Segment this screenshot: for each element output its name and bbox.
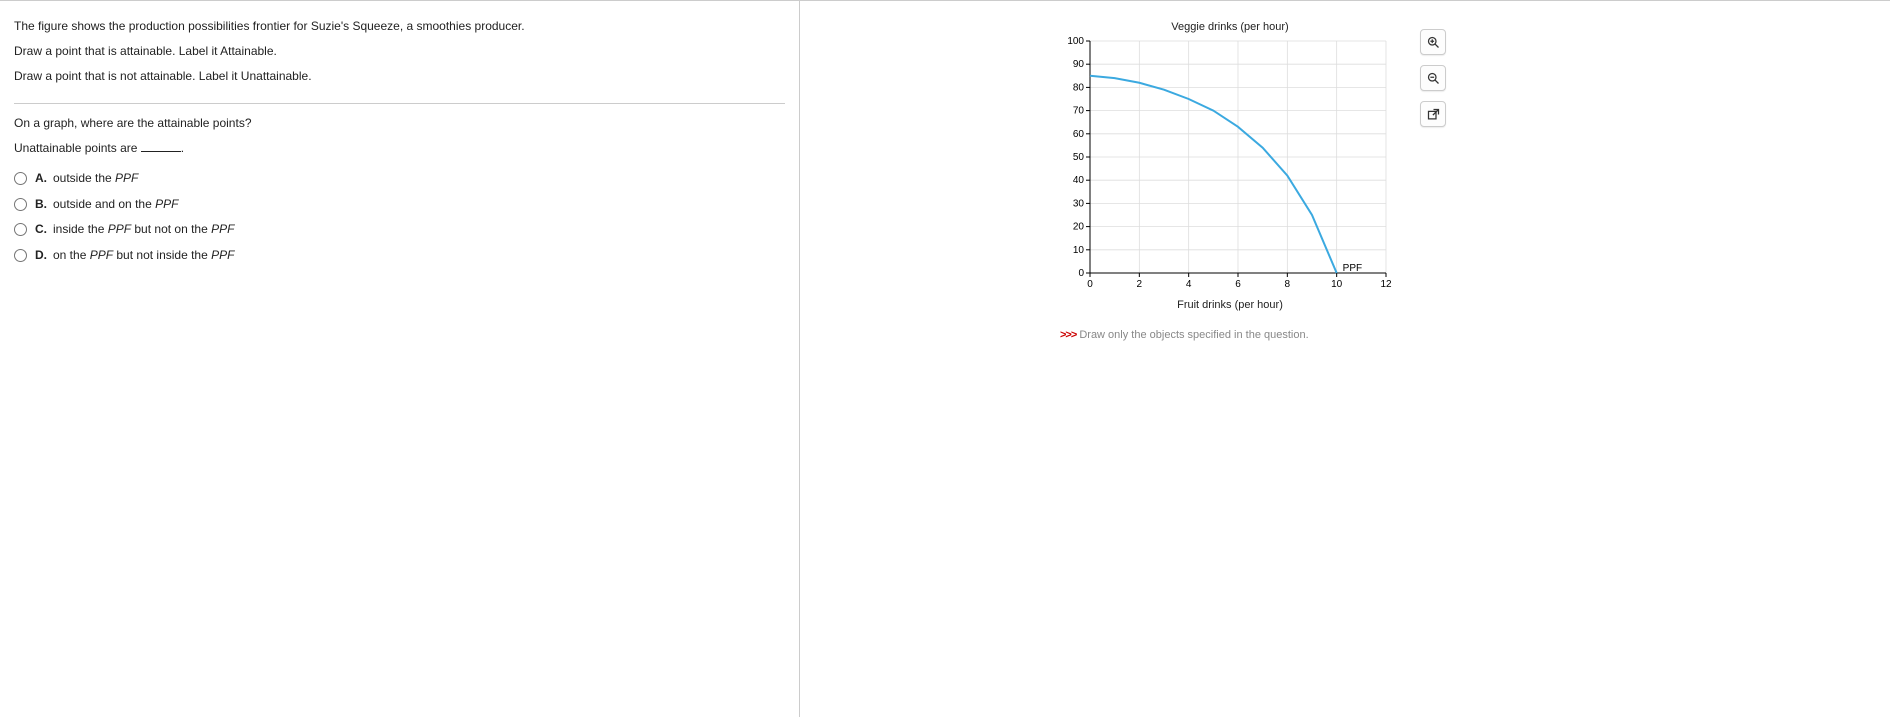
option-c-radio[interactable] (14, 223, 27, 236)
svg-text:10: 10 (1331, 279, 1343, 290)
svg-text:4: 4 (1186, 279, 1192, 290)
svg-text:0: 0 (1078, 268, 1084, 279)
instruction-text: Draw only the objects specified in the q… (1076, 329, 1308, 341)
svg-text:60: 60 (1073, 129, 1085, 140)
svg-text:10: 10 (1073, 245, 1085, 256)
option-a-letter: A. (35, 168, 47, 190)
option-a-radio[interactable] (14, 172, 27, 185)
option-b[interactable]: B. outside and on the PPF (14, 192, 785, 218)
svg-text:2: 2 (1137, 279, 1143, 290)
zoom-out-icon (1426, 71, 1441, 86)
svg-text:6: 6 (1235, 279, 1241, 290)
main-container: The figure shows the production possibil… (0, 0, 1890, 717)
option-c-letter: C. (35, 219, 47, 241)
svg-text:30: 30 (1073, 198, 1085, 209)
q2-pre: Unattainable points are (14, 141, 141, 155)
option-b-radio[interactable] (14, 198, 27, 211)
question-line-1: On a graph, where are the attainable poi… (14, 114, 785, 133)
svg-text:8: 8 (1285, 279, 1291, 290)
intro-line-1: The figure shows the production possibil… (14, 17, 785, 36)
intro-block: The figure shows the production possibil… (14, 17, 785, 104)
option-b-text: outside and on the PPF (53, 194, 178, 216)
question-line-2: Unattainable points are . (14, 139, 785, 158)
zoom-in-button[interactable] (1420, 29, 1446, 55)
options-group: A. outside the PPF B. outside and on the… (14, 166, 785, 268)
svg-text:90: 90 (1073, 59, 1085, 70)
instruction-chevrons: >>> (1060, 329, 1076, 341)
svg-text:100: 100 (1067, 36, 1084, 47)
svg-text:12: 12 (1380, 279, 1392, 290)
chart-x-label: Fruit drinks (per hour) (1060, 299, 1400, 311)
svg-text:50: 50 (1073, 152, 1085, 163)
draw-instruction: >>> Draw only the objects specified in t… (1060, 329, 1400, 341)
option-d[interactable]: D. on the PPF but not inside the PPF (14, 243, 785, 269)
option-d-text: on the PPF but not inside the PPF (53, 245, 234, 267)
graph-panel: Veggie drinks (per hour) 0 2 4 6 8 10 12 0 10 20 3… (800, 1, 1890, 717)
option-c-text: inside the PPF but not on the PPF (53, 219, 234, 241)
tool-column (1420, 29, 1446, 127)
svg-text:70: 70 (1073, 106, 1085, 117)
chart-container: Veggie drinks (per hour) 0 2 4 6 8 10 12 0 10 20 3… (1060, 21, 1400, 341)
svg-text:0: 0 (1087, 279, 1093, 290)
ppf-chart[interactable]: 0 2 4 6 8 10 12 0 10 20 30 40 50 60 70 80 90 100 PPF (1060, 35, 1400, 295)
popout-button[interactable] (1420, 101, 1446, 127)
option-a[interactable]: A. outside the PPF (14, 166, 785, 192)
fill-blank (141, 151, 181, 152)
svg-text:80: 80 (1073, 82, 1085, 93)
chart-y-title: Veggie drinks (per hour) (1060, 21, 1400, 33)
option-d-radio[interactable] (14, 249, 27, 262)
intro-line-2: Draw a point that is attainable. Label i… (14, 42, 785, 61)
option-c[interactable]: C. inside the PPF but not on the PPF (14, 217, 785, 243)
svg-text:PPF: PPF (1343, 263, 1362, 274)
svg-text:20: 20 (1073, 222, 1085, 233)
q2-post: . (181, 141, 184, 155)
svg-text:40: 40 (1073, 175, 1085, 186)
zoom-out-button[interactable] (1420, 65, 1446, 91)
option-a-text: outside the PPF (53, 168, 138, 190)
popout-icon (1426, 107, 1441, 122)
zoom-in-icon (1426, 35, 1441, 50)
question-panel: The figure shows the production possibil… (0, 1, 800, 717)
option-d-letter: D. (35, 245, 47, 267)
option-b-letter: B. (35, 194, 47, 216)
intro-line-3: Draw a point that is not attainable. Lab… (14, 67, 785, 86)
